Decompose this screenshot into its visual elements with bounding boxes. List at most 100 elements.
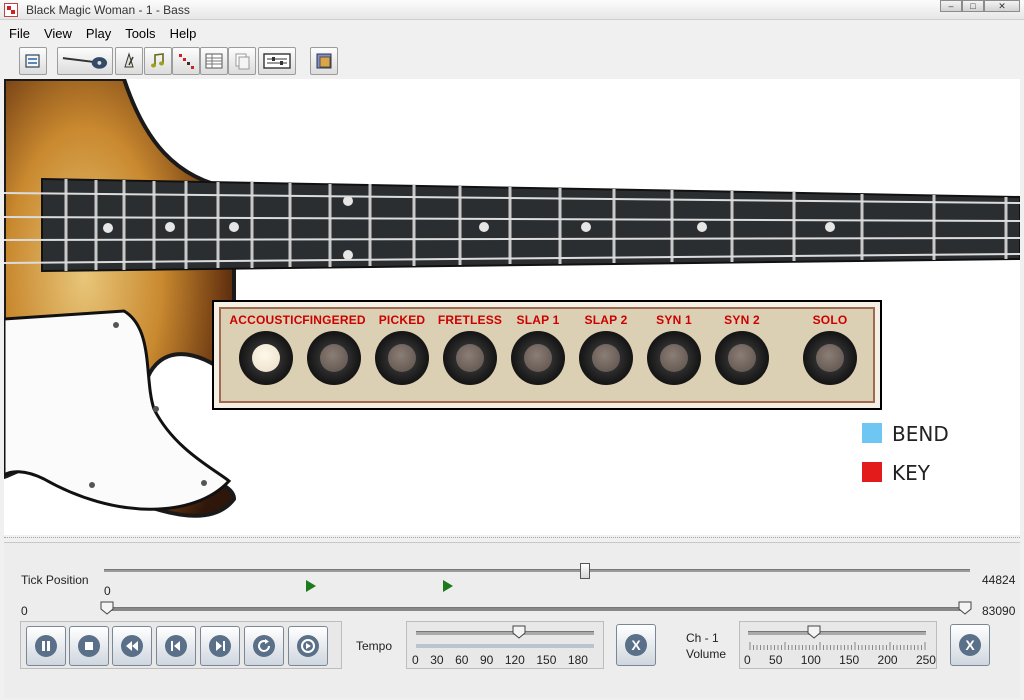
menu-tools[interactable]: Tools [125,26,155,41]
menu-bar: File View Play Tools Help [0,22,1024,44]
tick-max-label: 44824 [982,573,1016,587]
tick-current-label: 0 [104,584,111,598]
sound-knob-button[interactable] [579,331,633,385]
notes-button[interactable] [144,47,172,75]
channel-label: Ch - 1 [686,631,719,645]
music-note-icon [151,53,164,68]
range-start-thumb[interactable] [100,601,114,615]
diagonal-notes-icon [179,54,194,69]
volume-slider-thumb[interactable] [807,625,821,639]
tempo-tick-rail [416,644,594,648]
volume-tick-label: 0 [744,653,751,667]
sound-label: SOLO [812,313,848,327]
volume-tick-label: 50 [769,653,783,667]
copy-pages-icon [235,53,250,70]
window-controls: – □ ✕ [940,0,1020,12]
record-button[interactable] [288,626,328,666]
menu-file[interactable]: File [9,26,30,41]
close-icon: X [625,634,647,656]
metronome-icon [124,52,134,68]
sound-knob-button[interactable] [443,331,497,385]
menu-view[interactable]: View [44,26,72,41]
range-end-thumb[interactable] [958,601,972,615]
menu-play[interactable]: Play [86,26,111,41]
bass-guitar-canvas[interactable]: ACCOUSTIC FINGERED PICKED FRETLESS SLAP 1 SLA… [4,79,1020,535]
svg-text:X: X [965,637,975,653]
previous-button[interactable] [156,626,196,666]
preferences-button[interactable] [310,47,338,75]
tick-position-thumb[interactable] [579,563,590,579]
rewind-icon [121,635,143,657]
pause-button[interactable] [26,626,66,666]
tempo-tick-label: 90 [479,653,494,667]
piano-roll-button[interactable] [172,47,200,75]
play-marker-icon [443,580,453,592]
bend-color-swatch [862,423,882,443]
sound-knob-button[interactable] [803,331,857,385]
volume-minor-ticks [749,642,926,650]
key-color-swatch [862,462,882,482]
tempo-tick-label: 0 [412,653,419,667]
sound-knob-button[interactable] [715,331,769,385]
volume-scale: 0 50 100 150 200 250 [744,653,936,667]
previous-icon [165,635,187,657]
settings-icon [316,53,332,69]
volume-tick-label: 250 [915,653,936,667]
score-grid-icon [205,53,223,69]
range-end-label: 83090 [982,604,1016,618]
sound-selector-inner: ACCOUSTIC FINGERED PICKED FRETLESS SLAP 1 SLA… [219,307,875,403]
sound-label: SYN 2 [724,313,760,327]
sound-knob-button[interactable] [375,331,429,385]
sound-knob-button[interactable] [239,331,293,385]
open-file-button[interactable] [19,47,47,75]
menu-help[interactable]: Help [170,26,197,41]
tempo-tick-label: 120 [504,653,525,667]
rewind-button[interactable] [112,626,152,666]
sound-option-syn-2[interactable]: SYN 2 [702,313,782,385]
app-icon [4,3,18,17]
tempo-slider-thumb[interactable] [512,625,526,639]
reset-volume-button[interactable]: X [950,624,990,666]
minimize-button[interactable]: – [940,0,962,12]
tick-position-label: Tick Position [21,573,89,587]
close-window-button[interactable]: ✕ [984,0,1020,12]
score-button[interactable] [200,47,228,75]
tempo-label: Tempo [356,639,393,653]
sound-knob-button[interactable] [511,331,565,385]
stop-button[interactable] [69,626,109,666]
window-title: Black Magic Woman - 1 - Bass [26,3,190,17]
metronome-button[interactable] [115,47,143,75]
pause-icon [35,635,57,657]
legend-bend-label: BEND [892,422,949,446]
tempo-scale: 0 30 60 90 120 150 180 [412,653,588,667]
range-start-label: 0 [21,604,28,618]
copy-button[interactable] [228,47,256,75]
range-slider[interactable] [106,607,966,611]
volume-tick-label: 150 [839,653,860,667]
tempo-tick-label: 30 [430,653,444,667]
sound-knob-button[interactable] [307,331,361,385]
playback-controls: Tick Position 0 44824 0 83090 Tempo 0 30 6… [4,542,1020,698]
volume-tick-label: 200 [877,653,898,667]
track-view-button[interactable] [258,47,296,75]
tempo-slider[interactable] [416,631,594,635]
record-icon [297,635,319,657]
toolbar [0,45,1024,78]
play-marker-icon [306,580,316,592]
svg-text:X: X [631,637,641,653]
maximize-button[interactable]: □ [962,0,984,12]
volume-label: Volume [686,647,727,661]
next-button[interactable] [200,626,240,666]
bass-view-button[interactable] [57,47,113,75]
tempo-tick-label: 180 [567,653,588,667]
splitter[interactable] [4,537,1020,541]
volume-tick-label: 100 [800,653,821,667]
loop-button[interactable] [244,626,284,666]
tick-position-slider[interactable] [104,569,970,572]
volume-slider[interactable] [748,631,926,635]
next-icon [209,635,231,657]
sound-option-solo[interactable]: SOLO [790,313,870,385]
track-view-icon [263,53,291,69]
reset-tempo-button[interactable]: X [616,624,656,666]
sound-knob-button[interactable] [647,331,701,385]
